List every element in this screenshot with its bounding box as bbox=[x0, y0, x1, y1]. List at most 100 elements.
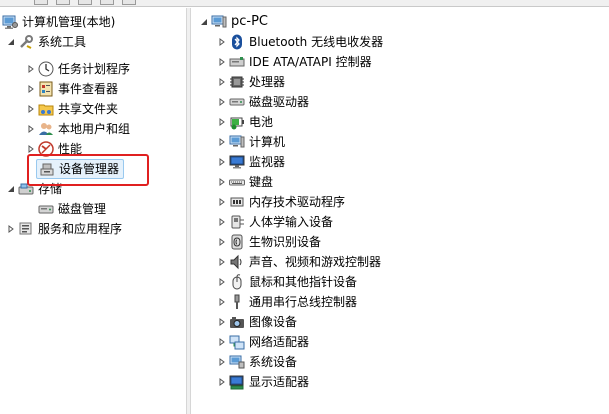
expand-arrow-icon[interactable] bbox=[26, 99, 36, 119]
device-category-item[interactable]: 处理器 bbox=[217, 72, 285, 92]
device-category-item[interactable]: 人体学输入设备 bbox=[217, 212, 333, 232]
device-category-label: 声音、视频和游戏控制器 bbox=[249, 255, 382, 269]
tree-item-device-manager[interactable]: 设备管理器 bbox=[36, 159, 124, 179]
tree-item-shared-folders[interactable]: 共享文件夹 bbox=[26, 99, 118, 119]
device-category-label: 监视器 bbox=[249, 155, 286, 169]
storage-icon bbox=[18, 181, 34, 197]
toolbar-button[interactable] bbox=[34, 0, 48, 5]
device-category-label: 显示适配器 bbox=[249, 375, 310, 389]
tree-item-task-scheduler[interactable]: 任务计划程序 bbox=[26, 59, 130, 79]
tree-item-services-apps[interactable]: 服务和应用程序 bbox=[6, 219, 122, 239]
tree-item-computer-management[interactable]: 计算机管理(本地) bbox=[2, 12, 115, 32]
device-category-label: 系统设备 bbox=[249, 355, 298, 369]
toolbar-button[interactable] bbox=[100, 0, 114, 5]
toolbar-button[interactable] bbox=[56, 0, 70, 5]
expand-arrow-icon[interactable] bbox=[26, 79, 36, 99]
tree-item-system-tools[interactable]: 系统工具 bbox=[6, 32, 86, 52]
device-category-label: 通用串行总线控制器 bbox=[249, 295, 358, 309]
console-tree: 计算机管理(本地) 系统工具 任务计划程序 事件查看器 共享文件夹 本地用户和组… bbox=[0, 8, 186, 414]
expand-arrow-icon[interactable] bbox=[217, 52, 227, 72]
expand-arrow-icon[interactable] bbox=[217, 292, 227, 312]
device-category-item[interactable]: 磁盘驱动器 bbox=[217, 92, 309, 112]
expand-arrow-icon[interactable] bbox=[217, 72, 227, 92]
expand-arrow-icon[interactable] bbox=[26, 139, 36, 159]
device-category-item[interactable]: 电池 bbox=[217, 112, 273, 132]
expand-arrow-icon[interactable] bbox=[26, 59, 36, 79]
device-category-item[interactable]: 计算机 bbox=[217, 132, 285, 152]
usb-icon bbox=[229, 294, 245, 310]
tree-item-local-users[interactable]: 本地用户和组 bbox=[26, 119, 130, 139]
device-manager-icon bbox=[39, 161, 55, 177]
computer-management-icon bbox=[2, 14, 18, 30]
device-tree-root[interactable]: pc-PC bbox=[199, 12, 268, 32]
tree-item-storage[interactable]: 存储 bbox=[6, 179, 62, 199]
expand-arrow-icon[interactable] bbox=[217, 372, 227, 392]
system-device-icon bbox=[229, 354, 245, 370]
device-category-item[interactable]: 监视器 bbox=[217, 152, 285, 172]
expand-arrow-icon[interactable] bbox=[217, 112, 227, 132]
collapse-arrow-icon[interactable] bbox=[199, 12, 209, 32]
processor-icon bbox=[229, 74, 245, 90]
expand-arrow-icon[interactable] bbox=[217, 272, 227, 292]
tree-item-disk-management[interactable]: 磁盘管理 bbox=[38, 199, 106, 219]
collapse-arrow-icon[interactable] bbox=[6, 179, 16, 199]
tree-item-event-viewer[interactable]: 事件查看器 bbox=[26, 79, 118, 99]
performance-icon bbox=[38, 141, 54, 157]
toolbar-button[interactable] bbox=[122, 0, 136, 5]
expand-arrow-icon[interactable] bbox=[6, 219, 16, 239]
device-category-label: 内存技术驱动程序 bbox=[249, 195, 346, 209]
device-category-item[interactable]: 生物识别设备 bbox=[217, 232, 321, 252]
device-category-item[interactable]: 鼠标和其他指针设备 bbox=[217, 272, 357, 292]
network-adapter-icon bbox=[229, 334, 245, 350]
tree-item-label: 服务和应用程序 bbox=[38, 222, 123, 236]
memory-driver-icon bbox=[229, 194, 245, 210]
expand-arrow-icon[interactable] bbox=[217, 212, 227, 232]
device-category-label: 磁盘驱动器 bbox=[249, 95, 310, 109]
device-category-item[interactable]: 显示适配器 bbox=[217, 372, 309, 392]
ide-controller-icon bbox=[229, 54, 245, 70]
device-category-label: IDE ATA/ATAPI 控制器 bbox=[249, 55, 372, 69]
device-category-label: 生物识别设备 bbox=[249, 235, 322, 249]
display-adapter-icon bbox=[229, 374, 245, 390]
expand-arrow-icon[interactable] bbox=[217, 312, 227, 332]
disk-drive-icon bbox=[229, 94, 245, 110]
device-category-item[interactable]: 图像设备 bbox=[217, 312, 297, 332]
tree-item-performance[interactable]: 性能 bbox=[26, 139, 82, 159]
services-icon bbox=[18, 221, 34, 237]
expand-arrow-icon[interactable] bbox=[217, 172, 227, 192]
tree-item-label: 任务计划程序 bbox=[58, 62, 131, 76]
device-category-item[interactable]: 内存技术驱动程序 bbox=[217, 192, 345, 212]
device-category-item[interactable]: 键盘 bbox=[217, 172, 273, 192]
device-category-item[interactable]: 网络适配器 bbox=[217, 332, 309, 352]
device-category-item[interactable]: 系统设备 bbox=[217, 352, 297, 372]
collapse-arrow-icon[interactable] bbox=[6, 32, 16, 52]
expand-arrow-icon[interactable] bbox=[217, 132, 227, 152]
device-category-item[interactable]: 声音、视频和游戏控制器 bbox=[217, 252, 381, 272]
expand-arrow-icon[interactable] bbox=[217, 192, 227, 212]
expand-arrow-icon[interactable] bbox=[217, 352, 227, 372]
device-category-item[interactable]: Bluetooth 无线电收发器 bbox=[217, 32, 383, 52]
expand-arrow-icon[interactable] bbox=[217, 92, 227, 112]
expand-arrow-icon[interactable] bbox=[217, 32, 227, 52]
expand-arrow-icon[interactable] bbox=[217, 152, 227, 172]
device-category-item[interactable]: 通用串行总线控制器 bbox=[217, 292, 357, 312]
expand-arrow-icon[interactable] bbox=[217, 252, 227, 272]
disk-management-icon bbox=[38, 201, 54, 217]
keyboard-icon bbox=[229, 174, 245, 190]
event-viewer-icon bbox=[38, 81, 54, 97]
bluetooth-icon bbox=[229, 34, 245, 50]
device-category-label: Bluetooth 无线电收发器 bbox=[249, 35, 384, 49]
toolbar-button[interactable] bbox=[78, 0, 92, 5]
expand-arrow-icon[interactable] bbox=[26, 119, 36, 139]
computer-icon bbox=[229, 134, 245, 150]
expand-arrow-icon[interactable] bbox=[217, 232, 227, 252]
device-category-label: 鼠标和其他指针设备 bbox=[249, 275, 358, 289]
device-category-item[interactable]: IDE ATA/ATAPI 控制器 bbox=[217, 52, 372, 72]
expand-arrow-icon[interactable] bbox=[217, 332, 227, 352]
imaging-icon bbox=[229, 314, 245, 330]
toolbar-strip bbox=[0, 0, 609, 7]
tree-item-label: 计算机管理(本地) bbox=[22, 15, 116, 29]
biometric-icon bbox=[229, 234, 245, 250]
hid-icon bbox=[229, 214, 245, 230]
monitor-icon bbox=[229, 154, 245, 170]
